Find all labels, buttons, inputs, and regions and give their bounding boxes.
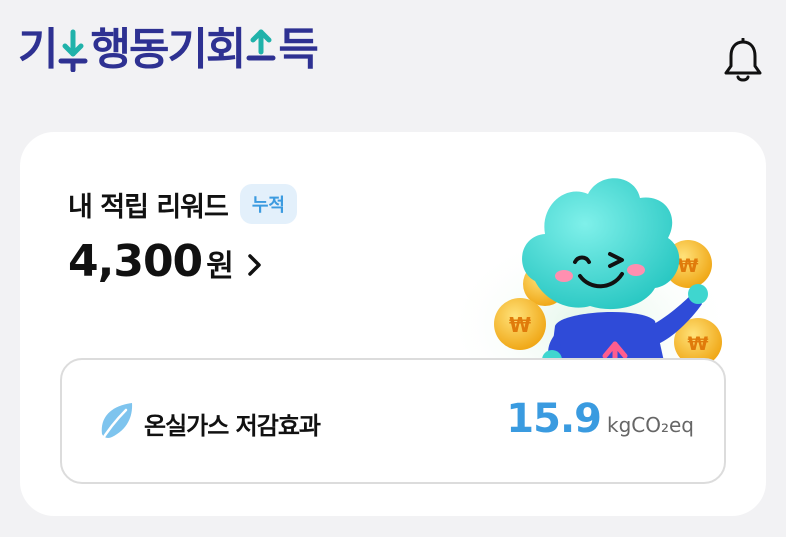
svg-text:₩: ₩	[688, 333, 709, 355]
reward-card: 내 적립 리워드 누적 4,300 원 ₩ ₩ ₩ 온실가스 저감효과 15.9…	[20, 132, 766, 516]
reward-amount-unit: 원	[206, 249, 234, 284]
ghg-reduction-panel[interactable]: 온실가스 저감효과 15.9 kgCO₂eq	[60, 358, 726, 484]
app-header: 기 행동 기회 득	[0, 0, 786, 120]
ghg-unit: kgCO₂eq	[606, 413, 694, 437]
ghg-label: 온실가스 저감효과	[144, 411, 321, 440]
reward-amount-link[interactable]: 4,300 원	[68, 236, 264, 287]
logo-arrow-down-icon	[58, 28, 88, 73]
logo-text-2: 행동	[90, 24, 169, 75]
logo-text-1: 기	[18, 24, 59, 75]
app-logo: 기 행동 기회 득	[18, 24, 319, 75]
reward-amount: 4,300	[68, 236, 203, 287]
ghg-label-row: 온실가스 저감효과	[96, 400, 321, 446]
logo-arrow-up-icon	[246, 28, 276, 72]
reward-title-row: 내 적립 리워드 누적	[68, 184, 297, 224]
logo-text-4: 득	[278, 24, 319, 75]
ghg-value: 15.9	[506, 396, 602, 442]
ghg-value-row: 15.9 kgCO₂eq	[506, 396, 694, 442]
leaf-icon	[96, 400, 136, 446]
bell-icon[interactable]	[722, 37, 764, 84]
svg-text:₩: ₩	[509, 313, 531, 337]
logo-text-3: 기회	[167, 24, 246, 75]
chevron-right-icon	[246, 252, 264, 278]
reward-title: 내 적립 리워드	[68, 191, 229, 223]
cumulative-badge: 누적	[239, 184, 297, 224]
svg-text:₩: ₩	[678, 255, 699, 277]
